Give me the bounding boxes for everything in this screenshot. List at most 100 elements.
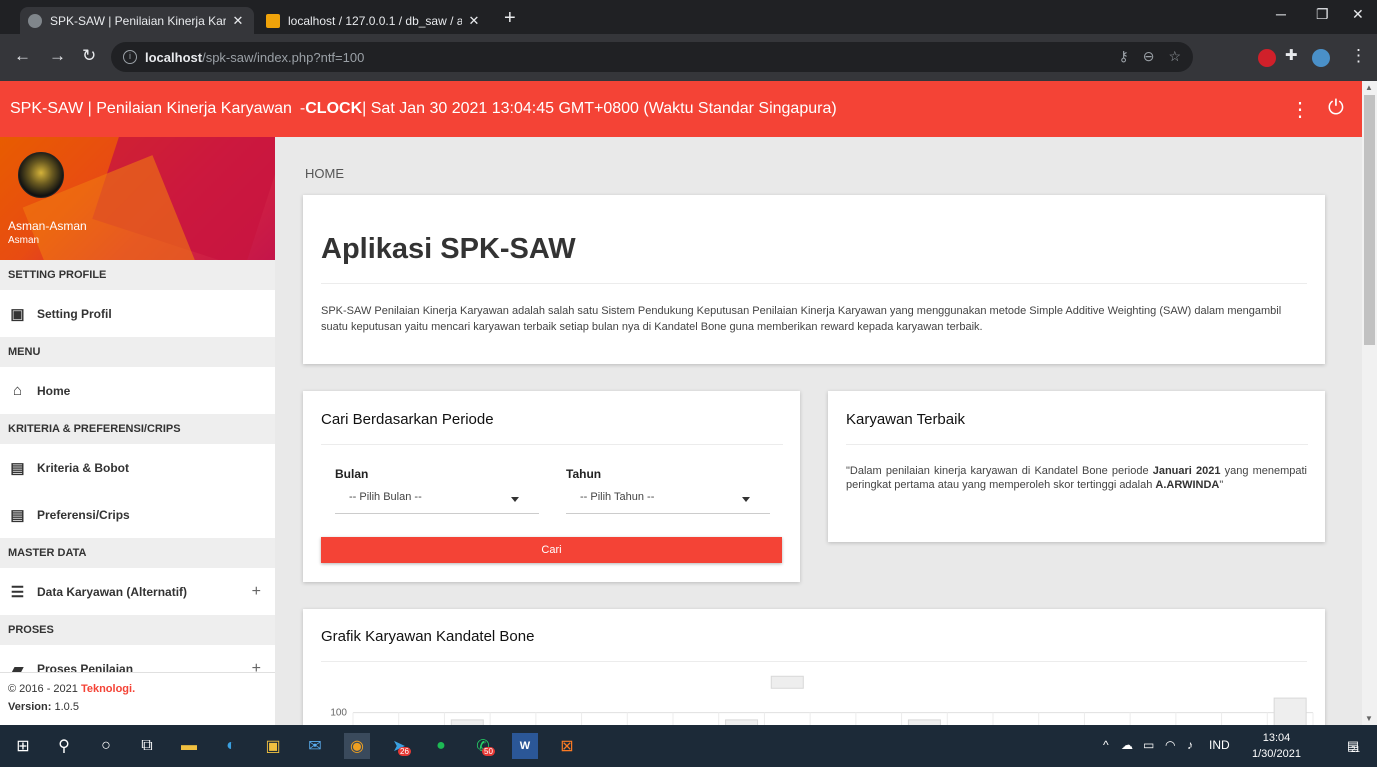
whatsapp-badge: 50 bbox=[482, 747, 495, 756]
app-header: SPK-SAW | Penilaian Kinerja Karyawan - C… bbox=[0, 81, 1362, 137]
battery-icon[interactable]: ▭ bbox=[1143, 738, 1154, 752]
sidebar-item-kriteria-bobot[interactable]: ▤ Kriteria & Bobot bbox=[0, 444, 275, 491]
extension-yab-icon[interactable] bbox=[1258, 49, 1276, 67]
tahun-select[interactable]: -- Pilih Tahun -- bbox=[566, 487, 770, 514]
card-title: Karyawan Terbaik bbox=[846, 411, 965, 428]
sidebar-item-preferensi[interactable]: ▤ Preferensi/Crips bbox=[0, 491, 275, 538]
close-tab-icon[interactable]: ✕ bbox=[466, 13, 482, 29]
sidebar-item-setting-profil[interactable]: ▣ Setting Profil bbox=[0, 290, 275, 337]
divider bbox=[321, 283, 1307, 284]
wifi-icon[interactable]: ◠ bbox=[1165, 738, 1175, 752]
chrome-icon[interactable]: ◉ bbox=[344, 733, 370, 759]
sidebar-item-label: Kriteria & Bobot bbox=[37, 460, 130, 475]
windows-taskbar: ⊞ ⚲ ○ ⧉ ▬ ◐ ▣ ✉ ◉ ➤ 26 ● ✆ 50 W ⊠ ^ ☁ ▭ … bbox=[0, 725, 1377, 767]
browser-tab-active[interactable]: SPK-SAW | Penilaian Kinerja Karya ✕ bbox=[20, 7, 254, 34]
sidebar-item-home[interactable]: ⌂ Home bbox=[0, 367, 275, 414]
scroll-down-icon[interactable]: ▼ bbox=[1365, 714, 1373, 723]
sidebar-item-label: Data Karyawan (Alternatif) bbox=[37, 584, 188, 599]
badge-icon: ▣ bbox=[10, 305, 25, 323]
sidebar-footer: © 2016 - 2021 Teknologi. Version: 1.0.5 bbox=[0, 672, 275, 725]
browser-tabstrip: SPK-SAW | Penilaian Kinerja Karya ✕ loca… bbox=[0, 0, 1377, 34]
clock-time: 13:04 bbox=[1262, 732, 1291, 744]
bulan-select[interactable]: -- Pilih Bulan -- bbox=[335, 487, 539, 514]
page-scrollbar[interactable]: ▲ ▼ bbox=[1362, 81, 1377, 725]
new-tab-button[interactable]: + bbox=[504, 7, 516, 30]
footer-brand-link[interactable]: Teknologi. bbox=[81, 683, 135, 695]
chart-title: Grafik Karyawan Kandatel Bone bbox=[321, 628, 535, 645]
profile-name: Asman-Asman bbox=[8, 219, 87, 233]
phpmyadmin-icon bbox=[266, 13, 280, 28]
taskbar-clock[interactable]: 13:04 1/30/2021 bbox=[1252, 730, 1301, 762]
app-brand[interactable]: SPK-SAW | Penilaian Kinerja Karyawan bbox=[10, 100, 292, 118]
back-icon[interactable]: ← bbox=[14, 46, 31, 66]
menu-icon[interactable]: ⋮ bbox=[1350, 46, 1367, 66]
avatar[interactable] bbox=[18, 152, 64, 198]
mail-icon[interactable]: ✉ bbox=[302, 733, 328, 759]
cortana-icon[interactable]: ○ bbox=[93, 733, 119, 759]
close-window-icon[interactable]: ✕ bbox=[1352, 6, 1364, 23]
section-header-proses: PROSES bbox=[0, 615, 275, 645]
address-bar[interactable]: i localhost /spk-saw/index.php?ntf=100 ⚷… bbox=[111, 42, 1193, 72]
version-label: Version: bbox=[8, 701, 55, 713]
telegram-badge: 26 bbox=[398, 747, 411, 756]
globe-icon bbox=[28, 13, 42, 28]
card-title: Cari Berdasarkan Periode bbox=[321, 411, 494, 428]
scrollbar-thumb[interactable] bbox=[1364, 95, 1375, 345]
extension-icon[interactable]: ✚ bbox=[1285, 46, 1303, 64]
search-icon[interactable]: ⚲ bbox=[51, 733, 77, 759]
divider bbox=[846, 444, 1308, 445]
breadcrumb: HOME bbox=[305, 166, 344, 181]
minimize-icon[interactable]: ─ bbox=[1276, 6, 1286, 22]
search-period-card: Cari Berdasarkan Periode Bulan -- Pilih … bbox=[303, 391, 800, 582]
clock-text: | Sat Jan 30 2021 13:04:45 GMT+0800 (Wak… bbox=[362, 100, 837, 117]
browser-tab[interactable]: localhost / 127.0.0.1 / db_saw / a ✕ bbox=[258, 7, 490, 34]
language-indicator[interactable]: IND bbox=[1209, 738, 1230, 752]
forward-icon[interactable]: → bbox=[49, 46, 66, 66]
intro-text: SPK-SAW Penilaian Kinerja Karyawan adala… bbox=[321, 305, 1282, 333]
sidebar-item-data-karyawan[interactable]: ☰ Data Karyawan (Alternatif) + bbox=[0, 568, 275, 615]
power-icon[interactable]: ⏻ bbox=[1328, 97, 1344, 120]
file-explorer-icon[interactable]: ▬ bbox=[176, 733, 202, 759]
profile-subtitle: Asman bbox=[8, 235, 40, 246]
edge-icon[interactable]: ◐ bbox=[218, 733, 244, 759]
xampp-icon[interactable]: ⊠ bbox=[554, 733, 580, 759]
scroll-up-icon[interactable]: ▲ bbox=[1365, 83, 1373, 92]
best-employee-card: Karyawan Terbaik "Dalam penilaian kinerj… bbox=[828, 391, 1325, 542]
clock-date: 1/30/2021 bbox=[1252, 748, 1301, 760]
sidebar: Asman-Asman Asman SETTING PROFILE ▣ Sett… bbox=[0, 137, 275, 725]
clock-label: CLOCK bbox=[305, 100, 363, 117]
divider bbox=[321, 444, 783, 445]
volume-icon[interactable]: ♪ bbox=[1187, 738, 1193, 752]
section-header-master: MASTER DATA bbox=[0, 538, 275, 568]
close-tab-icon[interactable]: ✕ bbox=[230, 13, 246, 29]
restore-icon[interactable]: ❐ bbox=[1316, 6, 1329, 23]
more-vert-icon[interactable]: ⋮ bbox=[1290, 97, 1310, 122]
intro-card: Aplikasi SPK-SAW SPK-SAW Penilaian Kiner… bbox=[303, 195, 1325, 364]
section-header-setting: SETTING PROFILE bbox=[0, 260, 275, 290]
sidebar-item-label: Setting Profil bbox=[37, 306, 112, 321]
star-icon[interactable]: ☆ bbox=[1168, 48, 1181, 65]
zoom-icon[interactable]: ⊖ bbox=[1143, 48, 1155, 65]
word-icon[interactable]: W bbox=[512, 733, 538, 759]
section-header-menu: MENU bbox=[0, 337, 275, 367]
chart-bar bbox=[770, 675, 804, 689]
reload-icon[interactable]: ↻ bbox=[82, 46, 96, 66]
expand-plus-icon[interactable]: + bbox=[252, 583, 261, 601]
store-icon[interactable]: ▣ bbox=[260, 733, 286, 759]
onedrive-icon[interactable]: ☁ bbox=[1121, 738, 1133, 752]
url-host: localhost bbox=[145, 49, 203, 65]
info-icon[interactable]: i bbox=[123, 50, 137, 64]
best-period: Januari 2021 bbox=[1152, 465, 1221, 477]
search-button[interactable]: Cari bbox=[321, 537, 782, 563]
key-icon[interactable]: ⚷ bbox=[1118, 48, 1128, 65]
task-view-icon[interactable]: ⧉ bbox=[134, 733, 160, 759]
section-header-kriteria: KRITERIA & PREFERENSI/CRIPS bbox=[0, 414, 275, 444]
best-employee-text: "Dalam penilaian kinerja karyawan di Kan… bbox=[846, 465, 1308, 491]
browser-toolbar: ← → ↻ i localhost /spk-saw/index.php?ntf… bbox=[0, 34, 1377, 81]
profile-icon[interactable] bbox=[1312, 49, 1330, 67]
url-path: /spk-saw/index.php?ntf=100 bbox=[202, 49, 365, 65]
windows-start-icon[interactable]: ⊞ bbox=[10, 733, 36, 759]
show-hidden-icons[interactable]: ^ bbox=[1103, 738, 1109, 752]
tab-title: SPK-SAW | Penilaian Kinerja Karya bbox=[50, 13, 226, 28]
spotify-icon[interactable]: ● bbox=[428, 733, 454, 759]
